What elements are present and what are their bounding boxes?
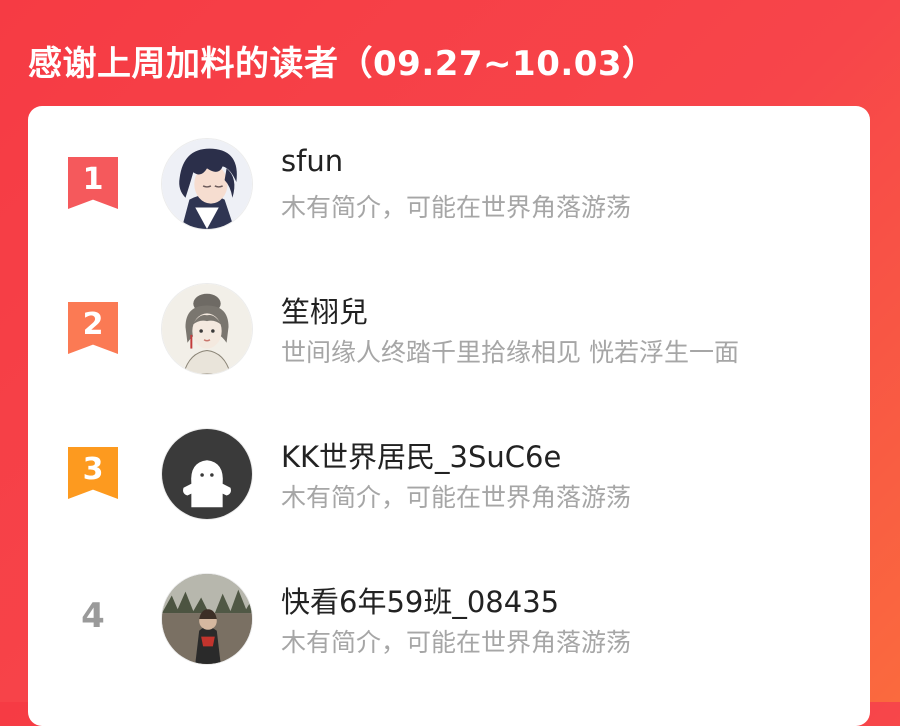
anime-boy-avatar-icon [162, 139, 252, 229]
avatar[interactable] [161, 283, 253, 375]
rank-badge-2: 2 [68, 302, 118, 354]
reader-bio: 木有简介，可能在世界角落游荡 [281, 628, 632, 657]
rank-number-4: 4 [81, 596, 105, 636]
list-item-reader-1[interactable]: 1 sfun 木有简介，可能在世界角落游荡 [28, 106, 870, 230]
list-item-reader-4[interactable]: 4 快看6年59班_08435 木有简介，可能在世界角落游荡 [28, 541, 870, 665]
avatar[interactable] [161, 573, 253, 665]
reader-name[interactable]: sfun [281, 144, 343, 178]
ink-portrait-avatar-icon [162, 284, 252, 374]
rank-badge-1: 1 [68, 157, 118, 209]
rank-badge-3: 3 [68, 447, 118, 499]
list-item-reader-3[interactable]: 3 KK世界居民_3SuC6e 木有简介，可能在世界角落游荡 [28, 396, 870, 520]
reader-name[interactable]: KK世界居民_3SuC6e [281, 434, 561, 476]
avatar[interactable] [161, 428, 253, 520]
reader-bio: 木有简介，可能在世界角落游荡 [281, 483, 632, 512]
reader-name[interactable]: 快看6年59班_08435 [281, 579, 559, 621]
reader-bio: 木有简介，可能在世界角落游荡 [281, 193, 632, 222]
page-title: 感谢上周加料的读者（09.27~10.03） [28, 44, 657, 84]
reader-bio: 世间缘人终踏千里拾缘相见 恍若浮生一面 [281, 338, 739, 367]
outdoor-photo-avatar-icon [162, 574, 252, 664]
reader-name[interactable]: 笙栩兒 [281, 289, 368, 331]
reader-list-card: 1 sfun 木有简介，可能在世界角落游荡 2 笙栩兒 世间缘人终踏千里拾缘相见… [28, 106, 870, 726]
list-item-reader-2[interactable]: 2 笙栩兒 世间缘人终踏千里拾缘相见 恍若浮生一面 [28, 251, 870, 375]
default-ghost-avatar-icon [162, 429, 252, 519]
avatar[interactable] [161, 138, 253, 230]
